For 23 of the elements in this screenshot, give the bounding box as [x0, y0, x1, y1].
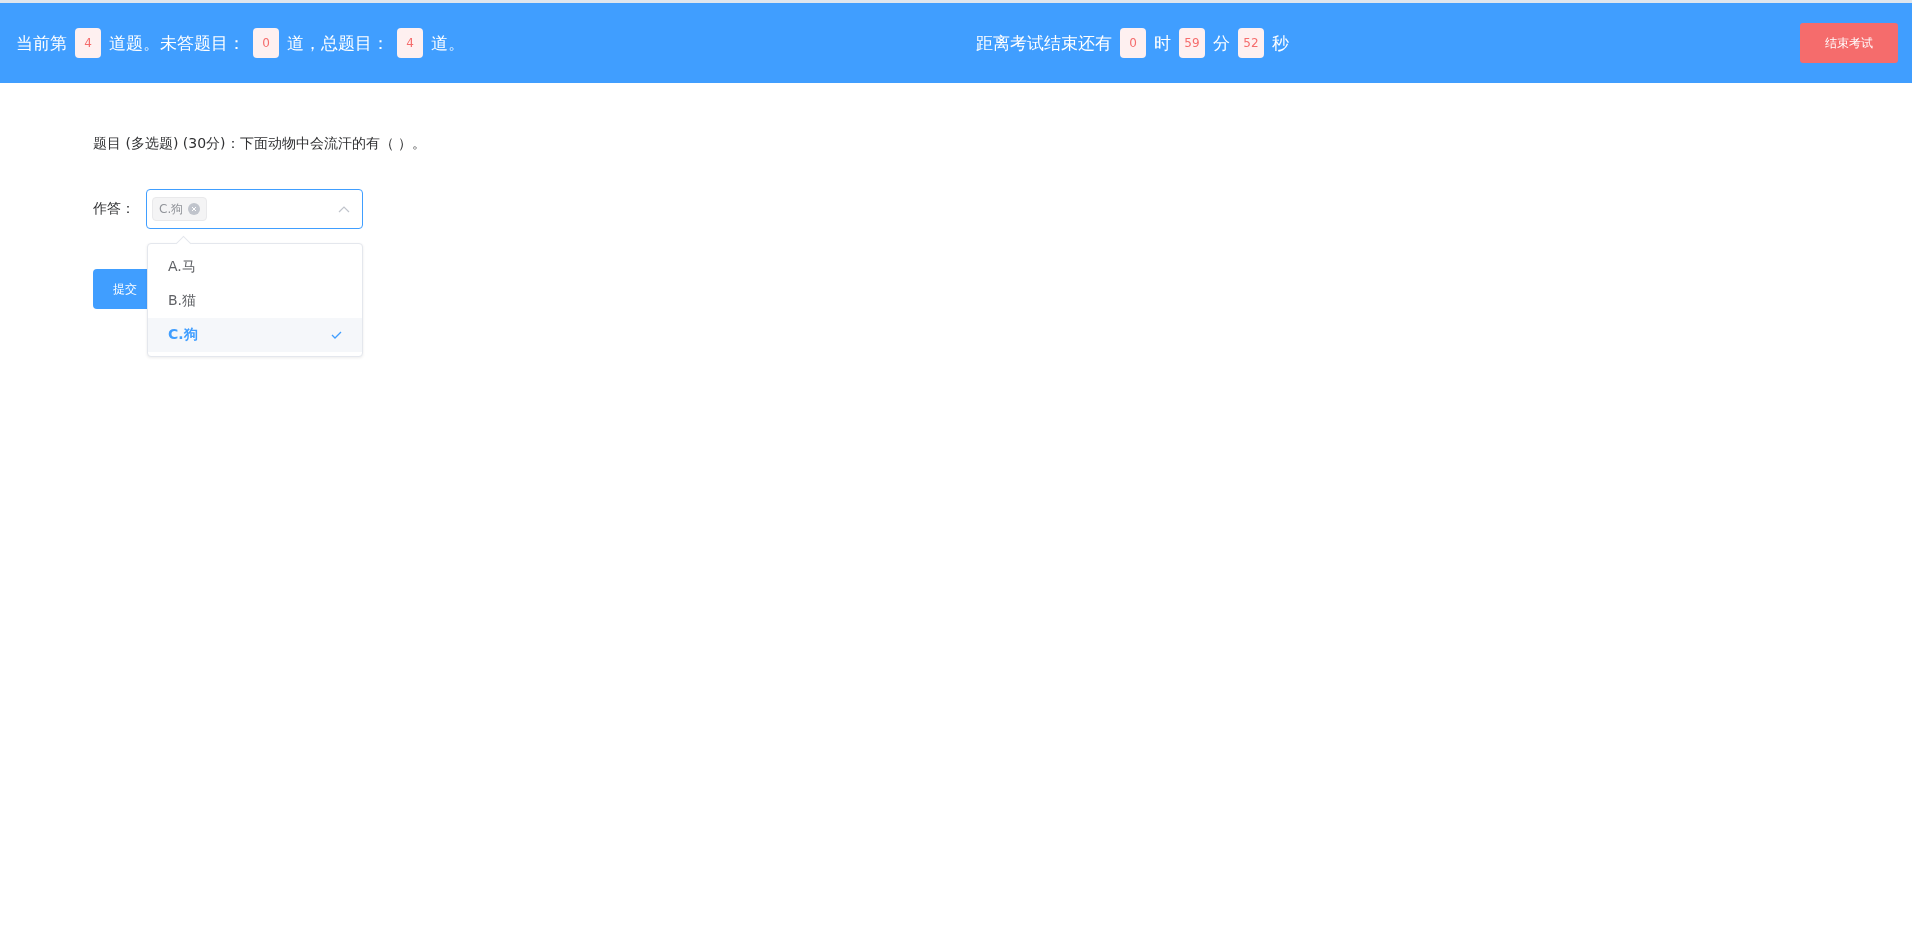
caret-icon — [338, 205, 350, 213]
tag-text: C.狗 — [159, 200, 184, 218]
header-text: 道，总题目： — [287, 31, 389, 55]
check-icon — [331, 331, 342, 339]
option-item[interactable]: C.狗 — [148, 318, 362, 352]
header-text: 道题。未答题目： — [109, 31, 245, 55]
answer-label: 作答： — [93, 200, 136, 218]
count-badge: 0 — [1120, 28, 1146, 58]
count-badge: 0 — [253, 28, 279, 58]
multi-select-field[interactable]: C.狗 — [146, 189, 363, 229]
count-badge: 4 — [75, 28, 101, 58]
count-badge: 52 — [1238, 28, 1264, 58]
count-badge: 59 — [1179, 28, 1205, 58]
header-text: 道。 — [431, 31, 465, 55]
header-text: 时 — [1154, 31, 1171, 55]
header-text: 分 — [1213, 31, 1230, 55]
header-text: 距离考试结束还有 — [976, 31, 1112, 55]
question-text: 题目 (多选题) (30分)：下面动物中会流汗的有（ ）。 — [93, 135, 427, 153]
remove-tag-icon[interactable] — [188, 203, 201, 215]
end-exam-button[interactable]: 结束考试 — [1800, 23, 1898, 63]
header-text: 当前第 — [16, 31, 67, 55]
count-badge: 4 — [397, 28, 423, 58]
header-text: 秒 — [1272, 31, 1289, 55]
